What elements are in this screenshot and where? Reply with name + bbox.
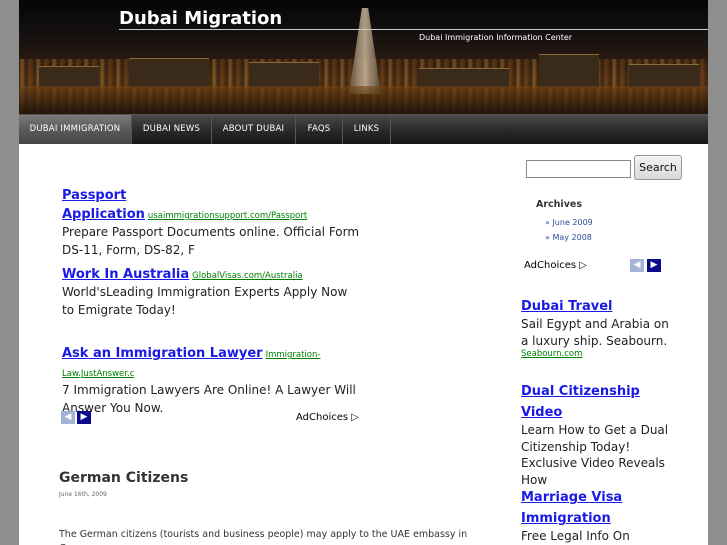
building (249, 62, 319, 88)
building (419, 68, 509, 88)
burj-al-arab-silhouette (349, 8, 381, 94)
sidebar-ad-text: Sail Egypt and Arabia on a luxury ship. … (521, 317, 669, 348)
nav-item-dubai-news[interactable]: DUBAI NEWS (132, 115, 212, 144)
ad-url-link[interactable]: GlobalVisas.com/Australia (192, 271, 303, 281)
ad-title-link[interactable]: Passport Application (62, 188, 145, 222)
ad-text: World'sLeading Immigration Experts Apply… (62, 285, 348, 317)
ad-prev-arrow-icon[interactable]: ◀ (61, 411, 75, 424)
ad-unit: Ask an Immigration Lawyer Immigration-Law… (62, 342, 372, 417)
sidebar-ad-url-link[interactable]: Seabourn.com (521, 349, 671, 359)
ad-text: Prepare Passport Documents online. Offic… (62, 225, 360, 257)
ad-title-link[interactable]: Ask an Immigration Lawyer (62, 346, 263, 361)
archive-link[interactable]: » June 2009 (545, 218, 593, 227)
nav-item-about-dubai[interactable]: ABOUT DUBAI (212, 115, 296, 144)
archive-link-label: May 2008 (552, 233, 592, 242)
ad-unit: Passport Application usaimmigrationsuppor… (62, 184, 362, 259)
sidebar-ad-title-link[interactable]: Marriage Visa Immigration (521, 490, 622, 526)
nav-item-links[interactable]: LINKS (343, 115, 391, 144)
site-description: Dubai Immigration Information Center (419, 33, 573, 42)
adchoices-icon: ▷ (351, 412, 359, 423)
ad-next-arrow-icon[interactable]: ▶ (77, 411, 91, 424)
search-button[interactable]: Search (634, 155, 682, 180)
sidebar-ad-unit: Marriage Visa Immigration Free Legal Inf… (521, 486, 671, 545)
building (629, 64, 699, 88)
sidebar-ad-title-link[interactable]: Dubai Travel (521, 299, 612, 314)
ad-title-link[interactable]: Work In Australia (62, 267, 189, 282)
sidebar-ad-title-link[interactable]: Dual Citizenship Video (521, 384, 640, 420)
ad-url-link[interactable]: usaimmigrationsupport.com/Passport (148, 211, 307, 221)
site-title[interactable]: Dubai Migration (119, 8, 282, 29)
archive-link-label: June 2009 (552, 218, 593, 227)
ad-unit: Work In Australia GlobalVisas.com/Austral… (62, 263, 362, 319)
archive-link[interactable]: » May 2008 (545, 233, 592, 242)
adchoices-link[interactable]: AdChoices ▷ (524, 260, 587, 271)
main-nav: DUBAI IMMIGRATION DUBAI NEWS ABOUT DUBAI… (19, 114, 708, 144)
archives-heading: Archives (536, 199, 582, 210)
adchoices-label: AdChoices (524, 260, 577, 271)
adchoices-icon: ▷ (579, 260, 587, 271)
title-divider (119, 29, 708, 30)
sidebar-ad-text: Free Legal Info On Marriage Based (521, 529, 630, 543)
sidebar-ad-unit: Dual Citizenship Video Learn How to Get … (521, 380, 671, 488)
ad-prev-arrow-icon[interactable]: ◀ (630, 259, 644, 272)
nav-item-dubai-immigration[interactable]: DUBAI IMMIGRATION (19, 115, 132, 144)
header-banner: Dubai Migration Dubai Immigration Inform… (19, 0, 708, 114)
adchoices-link[interactable]: AdChoices ▷ (296, 412, 359, 423)
nav-item-faqs[interactable]: FAQS (296, 115, 343, 144)
building (39, 66, 99, 88)
post-title[interactable]: German Citizens (59, 470, 188, 486)
page: Dubai Migration Dubai Immigration Inform… (19, 0, 708, 545)
ad-next-arrow-icon[interactable]: ▶ (647, 259, 661, 272)
search-input[interactable] (526, 160, 631, 178)
building (539, 54, 599, 88)
adchoices-label: AdChoices (296, 412, 349, 423)
post-body: The German citizens (tourists and busine… (59, 529, 468, 545)
sidebar-ad-unit: Dubai Travel Sail Egypt and Arabia on a … (521, 295, 671, 359)
building (129, 58, 209, 88)
water-reflection (19, 86, 708, 114)
sidebar-ad-text: Learn How to Get a Dual Citizenship Toda… (521, 423, 669, 487)
post-date: June 16th, 2009 (59, 491, 107, 498)
